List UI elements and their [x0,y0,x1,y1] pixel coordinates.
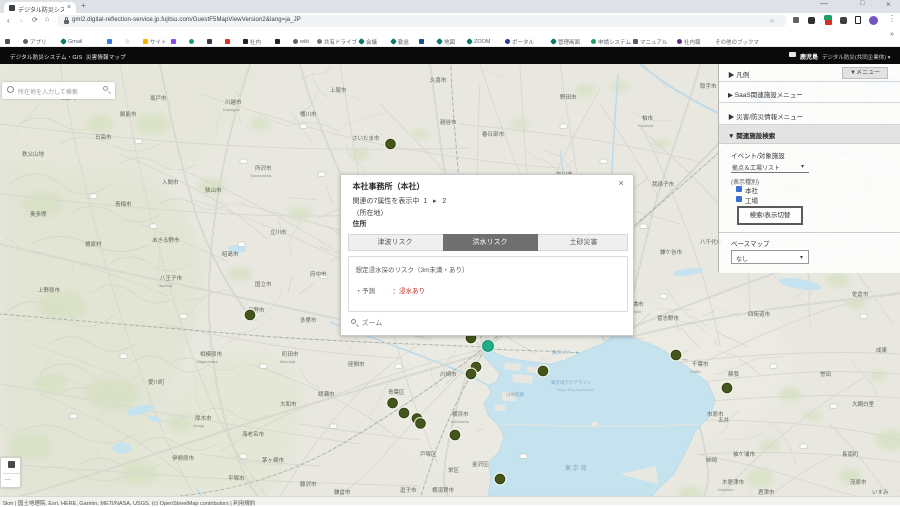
svg-text:上尾市: 上尾市 [330,86,347,94]
svg-text:座間市: 座間市 [348,360,365,368]
svg-text:坂戸市: 坂戸市 [150,94,167,102]
svg-text:川崎市: 川崎市 [440,370,457,378]
svg-text:柏市: 柏市 [642,114,654,122]
svg-text:春日部市: 春日部市 [482,130,505,138]
svg-text:Tokyo Bay Aqua-Line: Tokyo Bay Aqua-Line [556,387,594,392]
svg-text:川越市: 川越市 [225,98,242,106]
svg-text:所沢市: 所沢市 [255,164,272,172]
svg-text:国立市: 国立市 [255,280,272,288]
svg-text:鎌倉市: 鎌倉市 [334,488,351,496]
svg-text:Yokohama: Yokohama [450,419,470,424]
svg-text:いすみ: いすみ [872,489,889,496]
svg-text:秩父山地: 秩父山地 [22,150,45,158]
svg-text:東京湾アクアライン: 東京湾アクアライン [551,379,592,386]
svg-text:海老名市: 海老名市 [242,430,265,438]
svg-text:Sagamihara: Sagamihara [196,359,218,364]
svg-text:飯能市: 飯能市 [120,110,137,118]
svg-text:君津市: 君津市 [758,488,775,496]
svg-text:町田市: 町田市 [282,350,299,358]
svg-text:多摩市: 多摩市 [300,316,317,324]
svg-text:Hachioji: Hachioji [158,283,172,288]
svg-text:八王子市: 八王子市 [160,274,183,282]
svg-text:青葉区: 青葉区 [388,388,405,396]
svg-text:日高市: 日高市 [95,133,112,141]
svg-text:上野原市: 上野原市 [38,286,61,294]
svg-text:綾瀬市: 綾瀬市 [318,390,335,398]
svg-text:Tokorozawa: Tokorozawa [250,173,272,178]
svg-text:Machida: Machida [280,359,296,364]
svg-text:金沢区: 金沢区 [472,460,489,468]
svg-text:鎌ケ谷市: 鎌ケ谷市 [660,248,683,256]
svg-text:桶川市: 桶川市 [300,110,317,118]
svg-text:成東: 成東 [876,346,888,354]
svg-text:久喜市: 久喜市 [430,76,447,84]
svg-text:千葉市: 千葉市 [692,360,709,368]
svg-text:蘇我: 蘇我 [728,370,740,378]
svg-text:藤沢市: 藤沢市 [300,480,317,488]
svg-text:茅ヶ崎市: 茅ヶ崎市 [262,456,285,464]
svg-text:府中市: 府中市 [310,270,327,278]
svg-text:大和市: 大和市 [280,400,297,408]
svg-text:四街道市: 四街道市 [748,310,771,318]
svg-text:栄区: 栄区 [448,466,460,474]
svg-text:袖ケ浦市: 袖ケ浦市 [733,450,756,458]
svg-text:五井: 五井 [718,416,730,424]
svg-text:取手市: 取手市 [700,82,717,90]
svg-text:Kawagoe: Kawagoe [223,107,240,112]
svg-text:奥多摩: 奥多摩 [30,210,47,218]
svg-text:昭島市: 昭島市 [222,250,239,258]
svg-text:佐倉市: 佐倉市 [852,290,869,298]
svg-text:相模原市: 相模原市 [200,350,223,358]
svg-text:Kashiwa: Kashiwa [638,123,654,128]
svg-text:伊勢原市: 伊勢原市 [172,454,195,462]
svg-text:野田市: 野田市 [560,93,577,101]
svg-text:戸塚区: 戸塚区 [420,450,437,458]
svg-text:我孫子市: 我孫子市 [652,180,675,188]
svg-text:愛川町: 愛川町 [148,378,165,386]
svg-text:Kisarazu: Kisarazu [718,487,734,492]
svg-text:舞浜リゾート: 舞浜リゾート [552,349,579,356]
svg-text:茂原市: 茂原市 [850,478,867,486]
svg-text:東 京 湾: 東 京 湾 [565,464,586,472]
svg-text:入間市: 入間市 [162,178,179,186]
svg-text:越谷市: 越谷市 [440,118,457,126]
svg-text:Chiba: Chiba [690,369,701,374]
svg-text:大網白里: 大網白里 [852,400,875,408]
svg-text:横浜市: 横浜市 [452,410,469,418]
svg-text:市原市: 市原市 [707,410,724,418]
svg-text:逗子市: 逗子市 [400,486,417,494]
svg-text:平塚市: 平塚市 [228,474,245,482]
svg-text:青梅市: 青梅市 [115,200,132,208]
svg-text:狭山市: 狭山市 [205,186,222,194]
svg-text:あきる野市: あきる野市 [152,236,180,244]
svg-text:習志野市: 習志野市 [657,314,680,322]
svg-text:立川市: 立川市 [270,228,287,236]
svg-text:長南町: 長南町 [842,450,859,458]
svg-text:檜原村: 檜原村 [85,240,102,248]
svg-text:Atsugi: Atsugi [193,423,204,428]
svg-text:川崎航路: 川崎航路 [506,391,524,398]
svg-text:誉田: 誉田 [820,370,831,378]
svg-text:さいたま市: さいたま市 [352,134,380,142]
svg-text:姉崎: 姉崎 [706,456,718,464]
svg-text:横須賀市: 横須賀市 [432,486,455,494]
svg-text:木更津市: 木更津市 [722,478,745,486]
svg-text:厚木市: 厚木市 [195,414,212,422]
